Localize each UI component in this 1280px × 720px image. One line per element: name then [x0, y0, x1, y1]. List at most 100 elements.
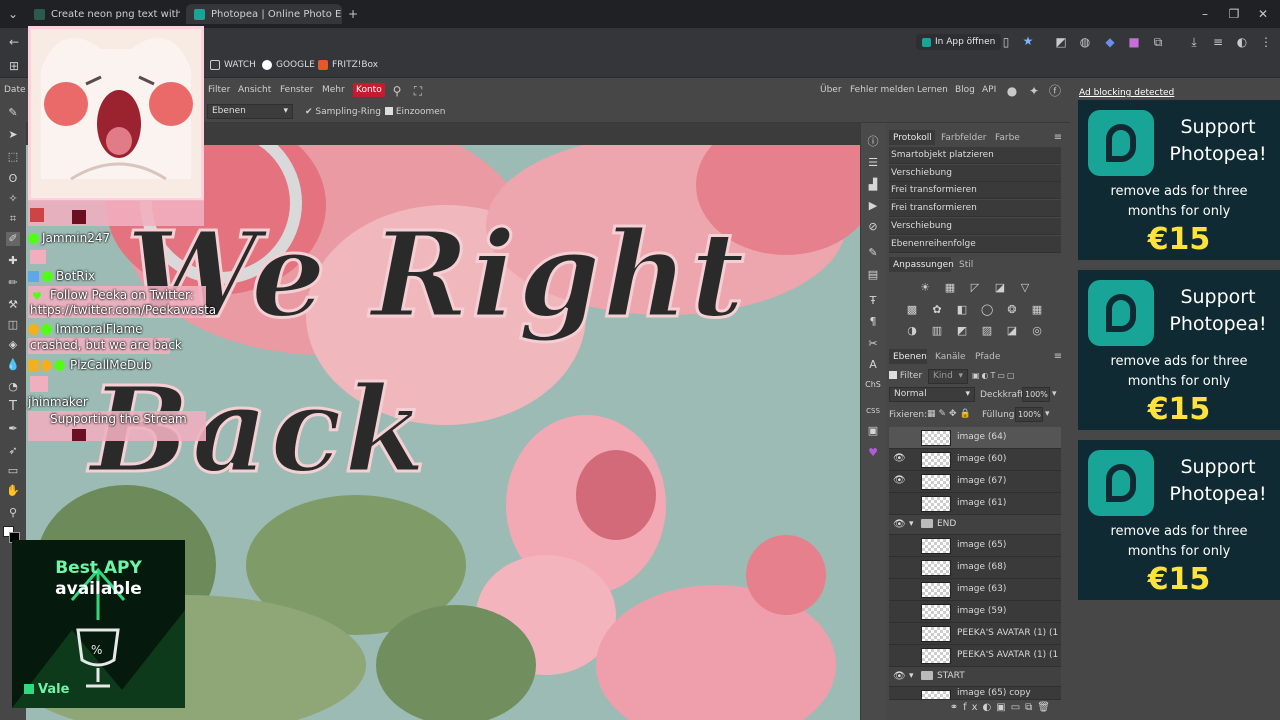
- new-tab-icon[interactable]: +: [345, 7, 361, 21]
- tab-history[interactable]: Protokoll: [893, 133, 932, 143]
- menu-about[interactable]: Über: [820, 85, 842, 95]
- opacity-input[interactable]: 100%: [1022, 387, 1050, 402]
- browser-tab-photopea[interactable]: Photopea | Online Photo Editor ✕: [186, 4, 342, 24]
- facebook-icon[interactable]: ⓕ: [1047, 84, 1063, 98]
- layer-row[interactable]: PEEKA'S AVATAR (1) (1: [889, 623, 1061, 645]
- css-panel-label[interactable]: CSS: [863, 404, 883, 418]
- zoom-tool-icon[interactable]: ⚲: [6, 506, 20, 520]
- ad-blocking-notice[interactable]: Ad blocking detected: [1079, 88, 1174, 98]
- apps-grid-icon[interactable]: ⊞: [6, 59, 22, 73]
- histogram-icon[interactable]: ▟: [866, 178, 880, 192]
- layer-group-row[interactable]: 👁 ▾ END: [889, 515, 1061, 535]
- bookmark-fritzbox[interactable]: FRITZ!Box: [318, 60, 378, 70]
- tab-style[interactable]: Stil: [959, 260, 973, 270]
- menu-dots-icon[interactable]: ⋮: [1258, 35, 1274, 49]
- chevron-down-icon[interactable]: ▾: [909, 671, 914, 681]
- clone-stamp-icon[interactable]: ⚒: [6, 298, 20, 312]
- eye-icon[interactable]: 👁: [893, 453, 906, 465]
- fill-input[interactable]: 100%: [1015, 407, 1043, 422]
- extension-icon[interactable]: ◍: [1077, 35, 1093, 49]
- tab-swatches[interactable]: Farbfelder: [941, 133, 986, 143]
- glyph-a-icon[interactable]: A: [866, 358, 880, 372]
- chevron-down-icon[interactable]: ▾: [909, 519, 914, 529]
- magic-wand-icon[interactable]: ✧: [6, 192, 20, 206]
- path-select-icon[interactable]: ➶: [6, 444, 20, 458]
- visibility-empty-icon[interactable]: [893, 649, 905, 661]
- tab-color[interactable]: Farbe: [995, 133, 1020, 143]
- visibility-empty-icon[interactable]: [893, 497, 905, 509]
- actions-play-icon[interactable]: ▶: [866, 199, 880, 213]
- no-entry-icon[interactable]: ⊘: [866, 220, 880, 234]
- menu-blog[interactable]: Blog: [955, 85, 975, 95]
- properties-icon[interactable]: ☰: [866, 156, 880, 170]
- menu-window[interactable]: Fenster: [280, 85, 313, 95]
- extension-icon[interactable]: ◩: [1053, 35, 1069, 49]
- browser-tab-neon[interactable]: Create neon png text with a tra ✕: [26, 4, 180, 24]
- history-item[interactable]: Frei transformieren: [889, 200, 1061, 217]
- reddit-icon[interactable]: ●: [1004, 84, 1020, 98]
- tab-search-icon[interactable]: ⌄: [5, 7, 21, 21]
- image-panel-icon[interactable]: ▣: [866, 424, 880, 438]
- shape-tool-icon[interactable]: ▭: [6, 464, 20, 478]
- visibility-empty-icon[interactable]: [893, 627, 905, 639]
- extensions-puzzle-icon[interactable]: ⧉: [1150, 35, 1166, 49]
- color-lookup-icon[interactable]: ▦: [1031, 304, 1043, 316]
- history-item[interactable]: Verschiebung: [889, 165, 1061, 182]
- page-icon[interactable]: ▯: [998, 35, 1014, 49]
- eye-icon[interactable]: 👁: [893, 519, 906, 531]
- layer-row[interactable]: image (68): [889, 557, 1061, 579]
- char-styles-label[interactable]: ChS: [863, 378, 883, 392]
- layer-row[interactable]: PEEKA'S AVATAR (1) (1: [889, 645, 1061, 667]
- history-item[interactable]: Frei transformieren: [889, 182, 1061, 199]
- lock-icons[interactable]: ▦✎✥🔒: [927, 409, 974, 419]
- tab-paths[interactable]: Pfade: [975, 352, 1000, 362]
- hue-saturation-icon[interactable]: ▩: [906, 304, 918, 316]
- tools-icon[interactable]: ✂: [866, 337, 880, 351]
- menu-view[interactable]: Ansicht: [238, 85, 271, 95]
- gradient-map-icon[interactable]: ▨: [981, 325, 993, 337]
- menu-file-partial[interactable]: Date: [4, 85, 26, 95]
- layer-comps-icon[interactable]: ▤: [866, 268, 880, 282]
- layer-row[interactable]: image (65) copy: [889, 687, 1061, 700]
- layer-row[interactable]: image (59): [889, 601, 1061, 623]
- exposure-icon[interactable]: ◪: [994, 282, 1006, 294]
- bookmark-watch[interactable]: WATCH: [210, 60, 256, 70]
- heart-icon[interactable]: ♥: [866, 446, 880, 460]
- blur-tool-icon[interactable]: 💧: [6, 358, 20, 372]
- selective-color-icon[interactable]: ◪: [1006, 325, 1018, 337]
- menu-learn[interactable]: Lernen: [917, 85, 948, 95]
- maximize-icon[interactable]: ❐: [1226, 7, 1242, 21]
- eyedropper-tool-icon[interactable]: ✐: [6, 232, 20, 246]
- layer-actions-bar[interactable]: ⚭fx◐▣▭⧉🗑: [889, 700, 1061, 720]
- threshold-icon[interactable]: ◩: [956, 325, 968, 337]
- levels-icon[interactable]: ▦: [944, 282, 956, 294]
- healing-tool-icon[interactable]: ✚: [6, 254, 20, 268]
- bookmark-star-icon[interactable]: ★: [1020, 34, 1036, 48]
- invert-icon[interactable]: ◑: [906, 325, 918, 337]
- visibility-empty-icon[interactable]: [893, 605, 905, 617]
- layer-filter-checkbox[interactable]: Filter: [889, 371, 922, 381]
- eye-icon[interactable]: 👁: [893, 475, 906, 487]
- ad-banner[interactable]: Support Photopea! remove ads for three m…: [1078, 440, 1280, 600]
- ad-banner[interactable]: Support Photopea! remove ads for three m…: [1078, 270, 1280, 430]
- tab-channels[interactable]: Kanäle: [935, 352, 966, 362]
- menu-api[interactable]: API: [982, 85, 996, 95]
- zoom-in-checkbox[interactable]: Einzoomen: [385, 107, 446, 117]
- twitter-icon[interactable]: ✦: [1026, 84, 1042, 98]
- brightness-icon[interactable]: ☀: [919, 282, 931, 294]
- history-item[interactable]: Ebenenreihenfolge: [889, 236, 1061, 253]
- history-item[interactable]: Smartobjekt platzieren: [889, 147, 1061, 164]
- visibility-empty-icon[interactable]: [893, 583, 905, 595]
- color-balance-icon[interactable]: ✿: [931, 304, 943, 316]
- back-icon[interactable]: ←: [6, 35, 22, 49]
- layer-row[interactable]: image (64): [889, 427, 1061, 449]
- reading-list-icon[interactable]: ≡: [1210, 35, 1226, 49]
- search-icon[interactable]: ⚲: [389, 84, 405, 98]
- visibility-empty-icon[interactable]: [893, 561, 905, 573]
- hand-tool-icon[interactable]: ✋: [6, 484, 20, 498]
- opacity-dropdown-icon[interactable]: ▾: [1052, 389, 1057, 399]
- channel-mixer-icon[interactable]: ❂: [1006, 304, 1018, 316]
- open-in-app-button[interactable]: In App öffnen: [916, 34, 1002, 50]
- brush-tool-icon[interactable]: ✏: [6, 276, 20, 290]
- extension-icon[interactable]: ◆: [1102, 35, 1118, 49]
